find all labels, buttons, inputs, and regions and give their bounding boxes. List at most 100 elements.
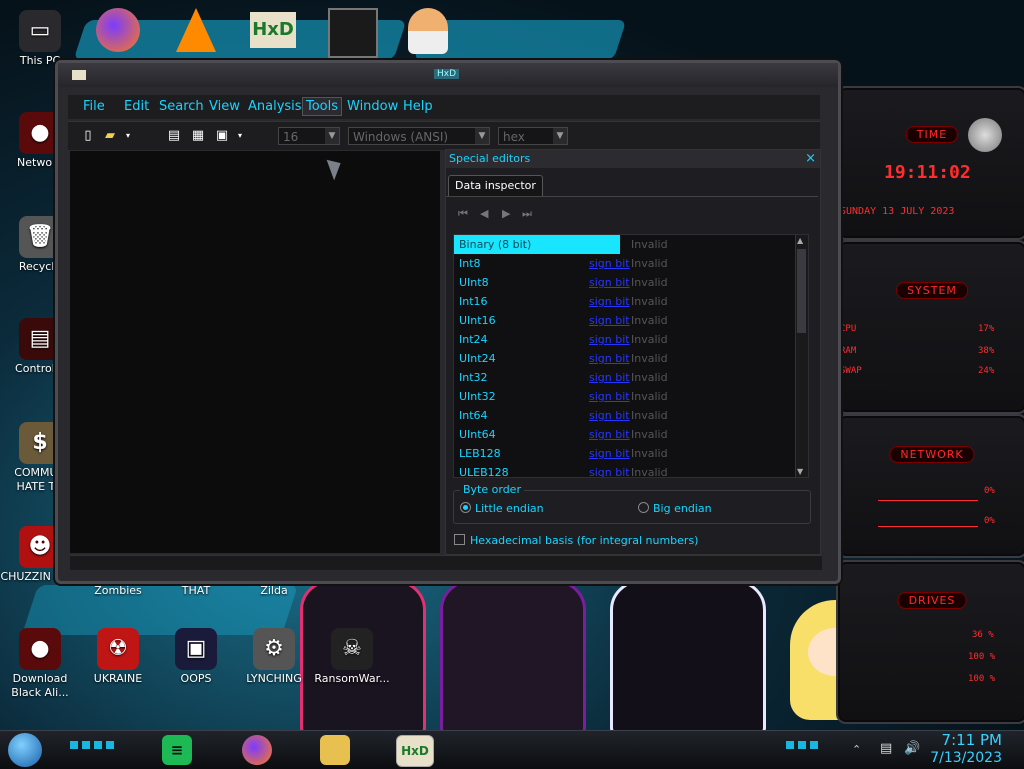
volume-icon[interactable]: 🔊 [904,741,920,756]
data-inspector-row[interactable]: Int8 sign bit Invalid [454,254,794,273]
desktop-icon-image: ▭ [19,10,61,52]
desktop-icon-label: UKRAINE [93,672,143,685]
bytes-per-row-select[interactable]: 16 ▼ [278,127,340,145]
dropdown-arrow-icon[interactable]: ▾ [120,128,136,144]
row-type-name: LEB128 [459,447,501,460]
data-inspector-row[interactable]: UInt64 sign bit Invalid [454,425,794,444]
scroll-up-icon[interactable]: ▲ [797,236,803,245]
toolbar: ▯ ▰ ▾ ▤ ▦ ▣ ▾ 16 ▼ Windows (ANSI) ▼ hex … [68,121,820,150]
hex-basis-checkbox[interactable]: Hexadecimal basis (for integral numbers) [454,534,698,547]
menu-help[interactable]: Help [400,99,436,114]
next-icon[interactable]: ▶ [502,207,510,220]
data-inspector-row[interactable]: Int32 sign bit Invalid [454,368,794,387]
menu-search[interactable]: Search [156,99,207,114]
little-endian-radio[interactable]: Little endian [460,502,544,515]
sign-bit-link[interactable]: sign bit [589,387,630,406]
menu-file[interactable]: File [80,99,108,114]
vlc-desktop-icon[interactable] [176,8,216,52]
hxd-taskbar-icon[interactable]: HxD [396,735,434,767]
open-disk-icon[interactable]: ▤ [166,128,182,144]
sign-bit-link[interactable]: sign bit [589,368,630,387]
row-type-name: Int8 [459,257,481,270]
drive-value: 36 % [972,630,994,640]
doctor-desktop-icon[interactable] [408,8,448,54]
start-button[interactable] [8,733,42,767]
sign-bit-link[interactable]: sign bit [589,273,630,292]
row-type-name: UInt64 [459,428,496,441]
desktop-icon-label: Download Black Ali... [11,672,69,699]
row-type-name: UInt32 [459,390,496,403]
data-inspector-row[interactable]: Int24 sign bit Invalid [454,330,794,349]
network-value: 0% [984,516,995,526]
data-inspector-list[interactable]: Binary (8 bit) Invalid Int8 sign bit Invalid… [453,234,809,478]
desktop-icon[interactable]: ● Download Black Ali... [0,628,80,700]
maze-desktop-icon[interactable] [328,8,378,58]
window-titlebar[interactable]: HxD [58,63,838,87]
charset-select[interactable]: Windows (ANSI) ▼ [348,127,490,145]
data-inspector-row[interactable]: Int64 sign bit Invalid [454,406,794,425]
menu-window[interactable]: Window [344,99,401,114]
tab-data-inspector[interactable]: Data inspector [448,175,543,196]
sign-bit-link[interactable]: sign bit [589,330,630,349]
row-type-name: Int16 [459,295,488,308]
save-icon[interactable]: ▣ [214,128,230,144]
firefox-taskbar-icon[interactable] [242,735,272,765]
data-inspector-row[interactable]: Binary (8 bit) Invalid [454,235,794,254]
sign-bit-link[interactable]: sign bit [589,311,630,330]
system-label: RAM [840,346,857,356]
sign-bit-link[interactable]: sign bit [589,463,630,477]
last-icon[interactable]: ⏭ [522,207,532,221]
desktop-icon[interactable]: ☢ UKRAINE [78,628,158,686]
hxd-desktop-icon[interactable]: HxD [250,12,296,48]
scroll-down-icon[interactable]: ▼ [797,467,803,476]
data-inspector-row[interactable]: Int16 sign bit Invalid [454,292,794,311]
big-endian-radio[interactable]: Big endian [638,502,712,515]
sign-bit-link[interactable]: sign bit [589,425,630,444]
byte-order-group: Byte order Little endian Big endian [453,483,811,524]
data-inspector-row[interactable]: UInt16 sign bit Invalid [454,311,794,330]
desktop-icon[interactable]: ▣ OOPS [156,628,236,686]
data-inspector-row[interactable]: UInt24 sign bit Invalid [454,349,794,368]
menu-edit[interactable]: Edit [121,99,152,114]
hex-editor-area[interactable] [70,151,440,553]
new-file-icon[interactable]: ▯ [80,128,96,144]
swap-value: 24% [978,366,995,376]
desktop-icon[interactable]: ⚙ LYNCHING [234,628,314,686]
network-icon[interactable]: ▤ [880,741,892,756]
data-inspector-row[interactable]: LEB128 sign bit Invalid [454,444,794,463]
network-graph [878,486,978,501]
widget-clock: 19:11:02 [884,162,971,183]
list-scrollbar[interactable]: ▲ ▼ [795,235,808,477]
row-type-name: UInt8 [459,276,489,289]
offset-base-select[interactable]: hex ▼ [498,127,568,145]
show-hidden-icons-icon[interactable]: ⌃ [852,743,861,756]
sign-bit-link[interactable]: sign bit [589,292,630,311]
status-bar [70,555,822,570]
menu-tools[interactable]: Tools [302,97,343,116]
row-type-name: Int64 [459,409,488,422]
scroll-thumb[interactable] [797,249,806,333]
data-inspector-row[interactable]: UInt32 sign bit Invalid [454,387,794,406]
charset-value: Windows (ANSI) [353,130,449,144]
app-icon [72,70,86,80]
file-explorer-taskbar-icon[interactable] [320,735,350,765]
menu-analysis[interactable]: Analysis [245,99,305,114]
system-clock[interactable]: 7:11 PM 7/13/2023 [930,731,1002,767]
sign-bit-link[interactable]: sign bit [589,349,630,368]
sign-bit-link[interactable]: sign bit [589,444,630,463]
close-icon[interactable]: × [805,150,816,168]
menu-view[interactable]: View [206,99,243,114]
open-folder-icon[interactable]: ▰ [102,128,118,144]
spotify-taskbar-icon[interactable]: ≡ [162,735,192,765]
firefox-desktop-icon[interactable] [96,8,140,52]
dropdown-arrow-icon[interactable]: ▾ [232,128,248,144]
first-icon[interactable]: ⏮ [458,207,468,221]
previous-icon[interactable]: ◀ [480,207,488,220]
data-inspector-row[interactable]: ULEB128 sign bit Invalid [454,463,794,477]
sign-bit-link[interactable]: sign bit [589,406,630,425]
sign-bit-link[interactable]: sign bit [589,254,630,273]
row-value: Invalid [631,352,668,365]
desktop-icon[interactable]: ☠ RansomWar... [312,628,392,686]
data-inspector-row[interactable]: UInt8 sign bit Invalid [454,273,794,292]
open-ram-icon[interactable]: ▦ [190,128,206,144]
